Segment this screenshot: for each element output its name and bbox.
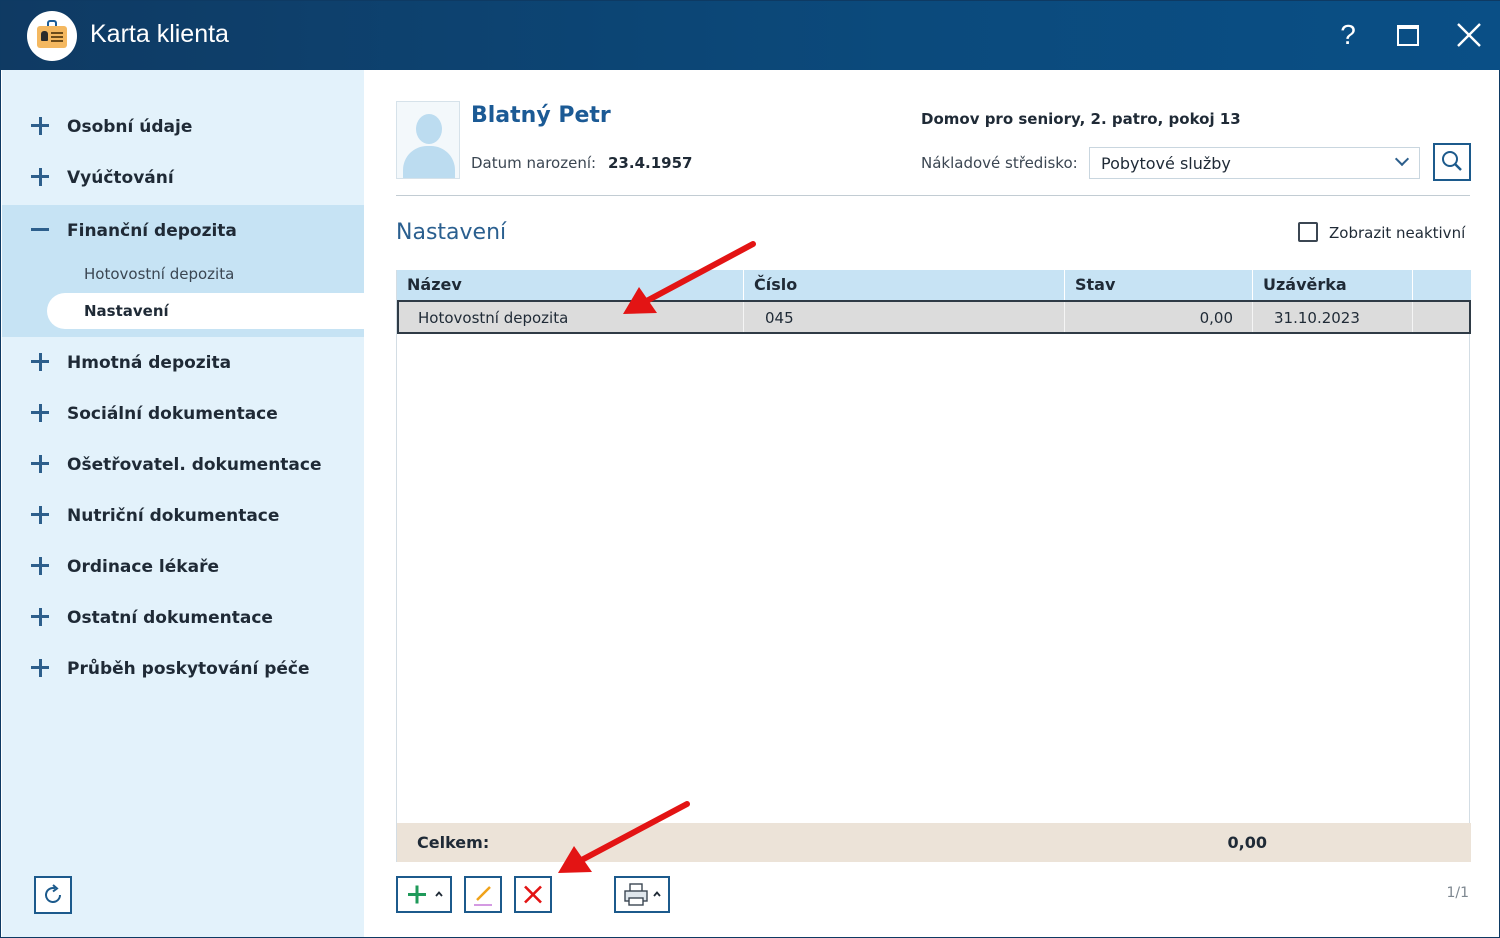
edit-button[interactable] <box>464 876 502 913</box>
pencil-icon <box>474 886 492 906</box>
printer-icon <box>624 883 661 906</box>
sidebar-item-socialni-dokumentace[interactable]: Sociální dokumentace <box>2 388 364 439</box>
add-button[interactable] <box>396 876 452 913</box>
sidebar-item-ostatni-dokumentace[interactable]: Ostatní dokumentace <box>2 592 364 643</box>
column-header-stav[interactable]: Stav <box>1065 270 1253 300</box>
sidebar-subitem-hotovostni-depozita[interactable]: Hotovostní depozita <box>2 256 364 292</box>
plus-icon <box>31 608 49 626</box>
sidebar-group-financni-depozita: Finanční depozita Hotovostní depozita Na… <box>2 205 364 337</box>
maximize-icon <box>1397 24 1419 46</box>
cell-uzaverka: 31.10.2023 <box>1253 302 1413 332</box>
help-button[interactable]: ? <box>1328 15 1368 55</box>
sidebar: Osobní údaje Vyúčtování Finanční depozit… <box>2 70 364 937</box>
sidebar-item-label: Sociální dokumentace <box>67 403 278 424</box>
total-label: Celkem: <box>417 833 490 852</box>
sidebar-subitem-label: Hotovostní depozita <box>84 265 235 283</box>
section-title: Nastavení <box>396 220 507 245</box>
sidebar-item-nutricni-dokumentace[interactable]: Nutriční dokumentace <box>2 490 364 541</box>
dob-label: Datum narození: <box>471 154 597 172</box>
sidebar-item-label: Finanční depozita <box>67 220 237 241</box>
cost-center-value: Pobytové služby <box>1101 154 1231 173</box>
page-indicator: 1/1 <box>1446 885 1469 901</box>
maximize-button[interactable] <box>1388 15 1428 55</box>
cost-center-select[interactable]: Pobytové služby <box>1089 147 1420 179</box>
search-button[interactable] <box>1433 143 1471 181</box>
sidebar-item-osetrovatel-dokumentace[interactable]: Ošetřovatel. dokumentace <box>2 439 364 490</box>
table-footer: Celkem: 0,00 <box>397 823 1471 862</box>
sidebar-item-osobni-udaje[interactable]: Osobní údaje <box>2 101 364 152</box>
client-card-window: Karta klienta ? Osobní údaje Vyúčtování <box>0 0 1500 938</box>
table-header: Název Číslo Stav Uzávěrka <box>397 270 1471 300</box>
table-row[interactable]: Hotovostní depozita 045 0,00 31.10.2023 <box>397 300 1471 334</box>
sidebar-subitem-label: Nastavení <box>84 302 169 320</box>
column-header-nazev[interactable]: Název <box>397 270 744 300</box>
sidebar-item-label: Hmotná depozita <box>67 352 232 373</box>
plus-icon <box>408 885 443 904</box>
client-location: Domov pro seniory, 2. patro, pokoj 13 <box>921 110 1241 128</box>
header-divider <box>396 195 1470 196</box>
question-icon: ? <box>1340 19 1356 50</box>
sidebar-item-label: Ordinace lékaře <box>67 556 219 577</box>
sidebar-item-label: Ošetřovatel. dokumentace <box>67 454 322 475</box>
chevron-down-icon <box>1394 151 1410 167</box>
total-value: 0,00 <box>1227 833 1267 852</box>
plus-icon <box>31 455 49 473</box>
plus-icon <box>31 117 49 135</box>
sidebar-item-label: Nutriční dokumentace <box>67 505 280 526</box>
column-header-uzaverka[interactable]: Uzávěrka <box>1253 270 1413 300</box>
plus-icon <box>31 404 49 422</box>
sidebar-item-hmotna-depozita[interactable]: Hmotná depozita <box>2 337 364 388</box>
client-card-icon <box>27 11 77 61</box>
show-inactive-checkbox[interactable] <box>1298 222 1318 242</box>
sidebar-item-ordinace-lekare[interactable]: Ordinace lékaře <box>2 541 364 592</box>
plus-icon <box>31 168 49 186</box>
cell-nazev: Hotovostní depozita <box>399 302 744 332</box>
plus-icon <box>31 353 49 371</box>
column-header-cislo[interactable]: Číslo <box>744 270 1065 300</box>
window-title: Karta klienta <box>90 20 229 48</box>
plus-icon <box>31 557 49 575</box>
close-icon <box>1457 23 1481 47</box>
deposit-table: Název Číslo Stav Uzávěrka Hotovostní dep… <box>396 270 1471 862</box>
minus-icon <box>31 221 49 239</box>
refresh-button[interactable] <box>34 876 72 914</box>
search-icon <box>1442 151 1462 171</box>
sidebar-item-label: Průběh poskytování péče <box>67 658 310 679</box>
sidebar-subitem-nastaveni[interactable]: Nastavení <box>47 293 364 329</box>
avatar <box>396 101 460 179</box>
plus-icon <box>31 659 49 677</box>
client-name: Blatný Petr <box>471 103 611 128</box>
refresh-icon <box>45 884 61 903</box>
sidebar-item-vyuctovani[interactable]: Vyúčtování <box>2 152 364 203</box>
sidebar-item-prubeh-pece[interactable]: Průběh poskytování péče <box>2 643 364 694</box>
plus-icon <box>31 506 49 524</box>
show-inactive-label: Zobrazit neaktivní <box>1329 224 1466 242</box>
dob-value: 23.4.1957 <box>608 154 693 172</box>
sidebar-item-label: Osobní údaje <box>67 116 193 137</box>
cell-cislo: 045 <box>744 302 1065 332</box>
x-icon <box>524 885 542 904</box>
title-bar: Karta klienta ? <box>1 1 1500 70</box>
close-button[interactable] <box>1449 15 1489 55</box>
cell-stav: 0,00 <box>1065 302 1253 332</box>
delete-button[interactable] <box>514 876 552 913</box>
cost-center-label: Nákladové středisko: <box>921 154 1078 172</box>
sidebar-item-label: Ostatní dokumentace <box>67 607 273 628</box>
main-panel: Blatný Petr Datum narození: 23.4.1957 Do… <box>365 70 1499 937</box>
print-button[interactable] <box>614 876 670 913</box>
sidebar-item-label: Vyúčtování <box>67 167 174 188</box>
sidebar-item-financni-depozita[interactable]: Finanční depozita <box>2 205 364 256</box>
